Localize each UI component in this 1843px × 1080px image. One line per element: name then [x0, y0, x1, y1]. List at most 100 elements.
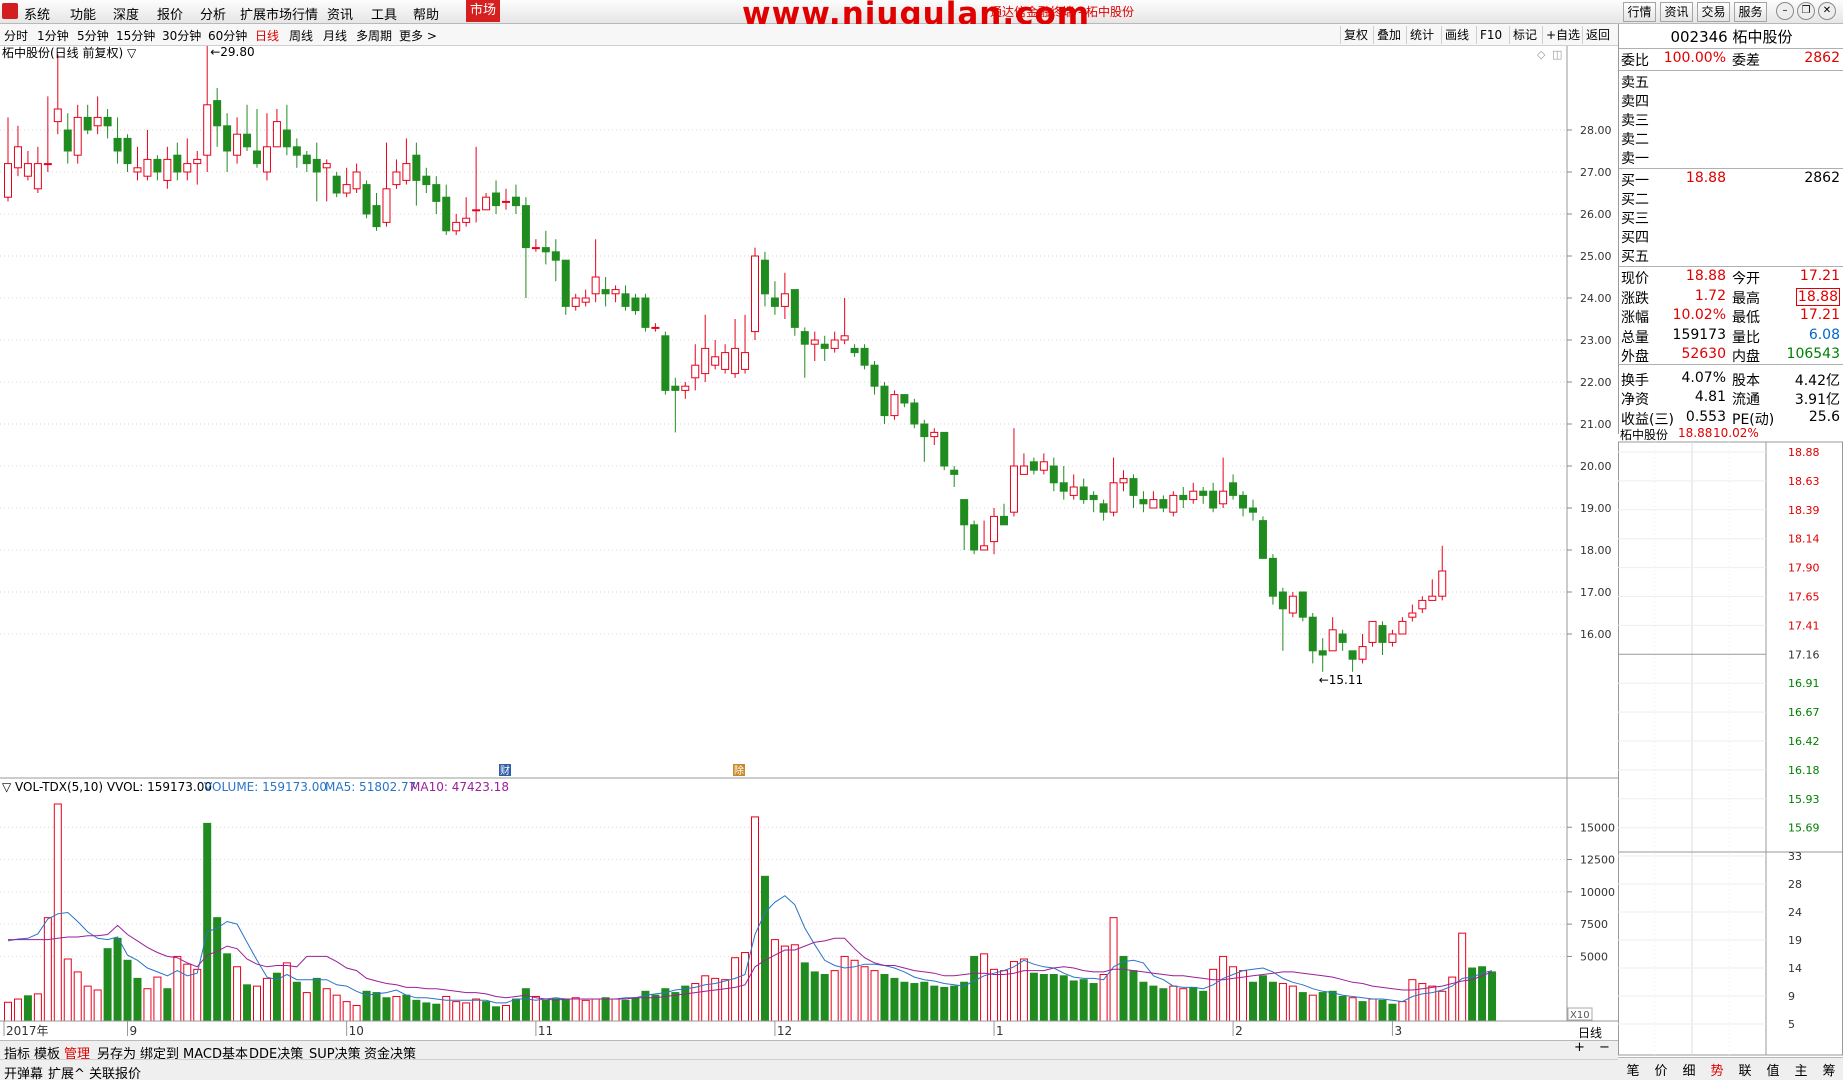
period-30min[interactable]: 30分钟: [162, 27, 201, 44]
volume-bar[interactable]: [1258, 975, 1267, 1022]
candle[interactable]: [970, 520, 979, 555]
intraday-mini-chart[interactable]: 18.88 18.63 18.39 18.14 17.90 17.65 17.41 17.16…: [1618, 434, 1843, 1056]
volume-bar[interactable]: [751, 816, 759, 1022]
volume-bar[interactable]: [173, 955, 182, 1022]
volume-bar[interactable]: [43, 917, 52, 1022]
volume-bar[interactable]: [402, 994, 411, 1022]
volume-bar[interactable]: [93, 989, 102, 1022]
volume-bar[interactable]: [282, 962, 291, 1022]
right-panel-tab[interactable]: 筹: [1815, 1060, 1843, 1079]
volume-bar[interactable]: [661, 988, 670, 1022]
secondary-tab[interactable]: 关联报价: [89, 1063, 141, 1080]
volume-bar[interactable]: [1298, 992, 1307, 1022]
volume-bar[interactable]: [113, 937, 122, 1022]
volume-bar[interactable]: [392, 995, 401, 1022]
chart-icon-window[interactable]: ◫: [1552, 48, 1562, 61]
volume-bar[interactable]: [950, 985, 959, 1022]
stats-button[interactable]: 统计: [1406, 26, 1437, 44]
candle[interactable]: [1288, 592, 1297, 618]
candle[interactable]: [332, 172, 341, 198]
volume-bar[interactable]: [561, 998, 570, 1022]
volume-bar[interactable]: [770, 939, 779, 1022]
volume-bar[interactable]: [820, 974, 829, 1022]
volume-bar[interactable]: [1179, 988, 1188, 1022]
volume-bar[interactable]: [760, 875, 769, 1022]
minimize-icon[interactable]: –: [1776, 2, 1794, 20]
volume-bar[interactable]: [1278, 983, 1287, 1022]
candle[interactable]: [362, 180, 371, 219]
period-15min[interactable]: 15分钟: [116, 27, 155, 44]
volume-bar[interactable]: [143, 988, 152, 1022]
menu-extended-market[interactable]: 扩展市场行情: [240, 4, 318, 23]
volume-bar[interactable]: [1019, 958, 1028, 1022]
volume-bar[interactable]: [292, 981, 301, 1022]
candle[interactable]: [641, 293, 650, 332]
volume-bar[interactable]: [153, 976, 162, 1022]
volume-bar[interactable]: [1099, 974, 1108, 1022]
volume-bar[interactable]: [810, 971, 819, 1022]
volume-bar[interactable]: [1239, 970, 1248, 1022]
candle[interactable]: [661, 331, 670, 395]
volume-bar[interactable]: [1029, 972, 1038, 1022]
volume-bar[interactable]: [571, 997, 580, 1022]
volume-bar[interactable]: [492, 1006, 501, 1022]
volume-bar[interactable]: [780, 945, 789, 1022]
period-5min[interactable]: 5分钟: [77, 27, 109, 44]
volume-bar[interactable]: [960, 981, 969, 1022]
volume-bar[interactable]: [651, 994, 660, 1022]
volume-bar[interactable]: [701, 975, 710, 1022]
volume-bar[interactable]: [840, 955, 849, 1022]
restore-icon[interactable]: ❐: [1797, 2, 1815, 20]
volume-bar[interactable]: [1159, 988, 1168, 1022]
volume-bar[interactable]: [243, 984, 252, 1022]
volume-bar[interactable]: [1249, 981, 1257, 1022]
volume-bar[interactable]: [581, 999, 590, 1022]
volume-bar[interactable]: [1438, 990, 1447, 1022]
candle[interactable]: [890, 390, 899, 420]
zoom-out-button[interactable]: −: [1599, 1040, 1610, 1055]
volume-bar[interactable]: [1219, 955, 1228, 1022]
chart-icon-diamond[interactable]: ◇: [1537, 48, 1546, 61]
volume-bar[interactable]: [452, 1001, 461, 1022]
volume-bar[interactable]: [711, 977, 720, 1022]
volume-bar[interactable]: [302, 992, 311, 1022]
volume-bar[interactable]: [1408, 979, 1417, 1022]
candle[interactable]: [751, 247, 759, 340]
volume-bar[interactable]: [223, 953, 232, 1022]
volume-bar[interactable]: [1268, 981, 1277, 1022]
volume-bar[interactable]: [103, 948, 112, 1022]
volume-bar[interactable]: [63, 958, 72, 1022]
volume-bar[interactable]: [83, 985, 92, 1022]
volume-bar[interactable]: [1139, 981, 1148, 1022]
volume-bar[interactable]: [1009, 961, 1018, 1022]
volume-bar[interactable]: [920, 981, 929, 1022]
add-watchlist-button[interactable]: +自选: [1542, 26, 1583, 44]
period-timeshare[interactable]: 分时: [4, 27, 28, 44]
kline-chart[interactable]: 16.00 17.00 18.00 19.00 20.00 21.00 22.00 23.00…: [0, 46, 1618, 1040]
volume-bar[interactable]: [1428, 985, 1437, 1022]
volume-bar[interactable]: [631, 997, 640, 1022]
volume-bar[interactable]: [890, 977, 899, 1022]
menu-help[interactable]: 帮助: [413, 4, 439, 23]
volume-bar[interactable]: [1049, 974, 1058, 1022]
volume-bar[interactable]: [830, 970, 839, 1022]
period-more[interactable]: 更多 >: [399, 27, 437, 44]
volume-bar[interactable]: [1288, 985, 1297, 1022]
volume-bar[interactable]: [73, 971, 82, 1022]
volume-bar[interactable]: [1189, 986, 1198, 1022]
volume-bar[interactable]: [502, 1005, 510, 1022]
volume-bar[interactable]: [511, 998, 520, 1022]
volume-bar[interactable]: [850, 959, 859, 1022]
volume-bar[interactable]: [1059, 975, 1068, 1022]
volume-bar[interactable]: [372, 992, 381, 1022]
candle[interactable]: [561, 259, 570, 315]
volume-bar[interactable]: [1119, 955, 1128, 1022]
volume-bar[interactable]: [1338, 995, 1347, 1022]
volume-bar[interactable]: [342, 1001, 351, 1022]
vol-indicator-name[interactable]: ▽ VOL-TDX(5,10) VVOL: 159173.00: [2, 780, 212, 794]
volume-bar[interactable]: [681, 985, 690, 1022]
volume-bar[interactable]: [1069, 980, 1078, 1022]
volume-bar[interactable]: [1039, 974, 1048, 1022]
volume-bar[interactable]: [4, 1001, 12, 1022]
f10-button[interactable]: F10: [1476, 26, 1505, 44]
